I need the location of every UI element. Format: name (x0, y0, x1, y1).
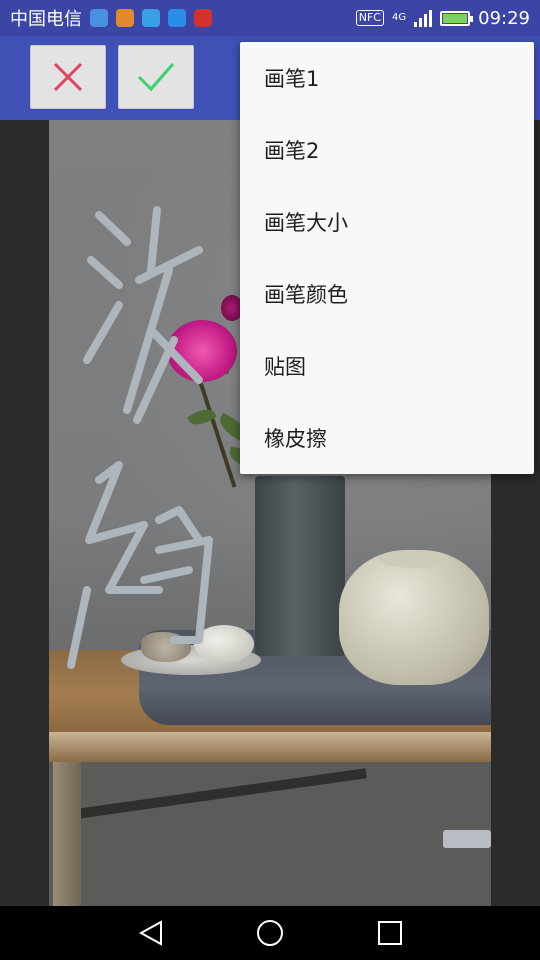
clock: 09:29 (478, 7, 530, 29)
check-icon (137, 63, 175, 92)
sogou-input-icon (90, 9, 108, 27)
menu-item-brush-size[interactable]: 画笔大小 (240, 186, 534, 258)
home-circle-icon (257, 920, 283, 946)
menu-item-eraser[interactable]: 橡皮擦 (240, 402, 534, 474)
recent-apps-square-icon (378, 921, 402, 945)
network-type-label: 4G (392, 12, 407, 23)
image-editor-screen: 中国电信 NFC 4G 09:29 画笔1 画笔2 画笔大小 画笔颜色 贴图 橡… (0, 0, 540, 960)
status-bar: 中国电信 NFC 4G 09:29 (0, 0, 540, 36)
menu-item-brush-color[interactable]: 画笔颜色 (240, 258, 534, 330)
home-button[interactable] (255, 918, 285, 948)
overflow-menu: 画笔1 画笔2 画笔大小 画笔颜色 贴图 橡皮擦 (240, 42, 534, 474)
recent-apps-button[interactable] (375, 918, 405, 948)
brush-mark (443, 830, 491, 848)
confirm-button[interactable] (118, 45, 194, 109)
nfc-icon: NFC (355, 10, 384, 26)
notification-icons (90, 9, 212, 27)
android-robot-icon (142, 9, 160, 27)
battery-icon (440, 10, 474, 26)
back-triangle-icon (138, 920, 162, 946)
menu-item-brush-1[interactable]: 画笔1 (240, 42, 534, 114)
menu-item-brush-2[interactable]: 画笔2 (240, 114, 534, 186)
back-button[interactable] (136, 918, 166, 948)
menu-item-sticker[interactable]: 贴图 (240, 330, 534, 402)
carrier-label: 中国电信 (10, 9, 82, 30)
chat-bubble-icon (168, 9, 186, 27)
navigation-bar (0, 906, 540, 960)
cancel-button[interactable] (30, 45, 106, 109)
close-icon (53, 62, 83, 92)
app-orange-icon (116, 9, 134, 27)
huawei-logo-icon (194, 9, 212, 27)
signal-strength-icon (414, 9, 433, 27)
status-indicators: NFC 4G 09:29 (355, 7, 530, 29)
